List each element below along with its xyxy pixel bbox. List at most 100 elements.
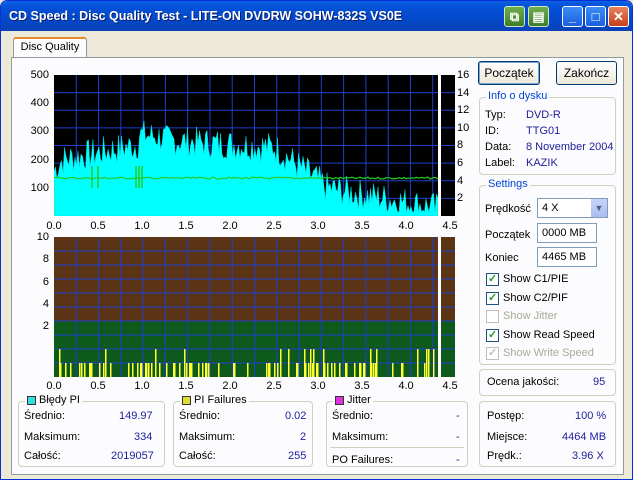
y-tick-label: 500	[30, 69, 49, 81]
pif-bar	[274, 363, 276, 377]
position-value: 4464 MB	[562, 431, 607, 443]
end-input[interactable]: 4465 MB	[537, 247, 597, 267]
quality-label: Ocena jakości:	[487, 376, 560, 388]
checkbox-show-c2-pif[interactable]	[486, 291, 499, 305]
speed-select-value: 4 X	[542, 202, 559, 214]
x-tick-label: 4.5	[442, 380, 458, 392]
x-tick-label: 1.0	[134, 220, 150, 232]
type-value: DVD-R	[526, 109, 561, 121]
pif-bar	[81, 363, 83, 377]
title-bar[interactable]: CD Speed : Disc Quality Test - LITE-ON D…	[1, 1, 632, 31]
x-tick-label: 0.0	[46, 380, 62, 392]
progress-value: 100 %	[575, 410, 607, 422]
maximize-button[interactable]: □	[585, 6, 606, 27]
pif-bar	[128, 363, 130, 377]
checkbox-label[interactable]: Show C2/PIF	[503, 292, 568, 304]
pif-bar	[137, 363, 139, 377]
pif-bar	[148, 363, 150, 377]
x-tick-label: 3.0	[310, 220, 326, 232]
speed-select[interactable]: 4 X ▼	[537, 198, 608, 218]
pif-bar	[417, 349, 419, 377]
checkbox-show-c1-pie[interactable]	[486, 272, 499, 286]
tab-disc-quality[interactable]: Disc Quality	[13, 37, 87, 58]
x-tick-label: 1.5	[178, 220, 194, 232]
date-value: 8 November 2004	[526, 141, 614, 153]
label-label: Label:	[485, 157, 515, 169]
pif-bar	[313, 349, 315, 377]
x-tick-label: 3.5	[354, 220, 370, 232]
jitter-avg-label: Średnio:	[332, 410, 373, 422]
y2-tick-label: 12	[457, 104, 470, 117]
x-tick-label: 1.5	[178, 380, 194, 392]
pif-bar	[190, 363, 192, 377]
close-button[interactable]: ✕	[608, 6, 629, 27]
start-button[interactable]: Początek	[478, 61, 540, 85]
speed-label: Prędkość	[485, 203, 531, 215]
jitter-avg-value: -	[456, 410, 460, 422]
pif-bar	[208, 363, 210, 377]
y-tick-label: 10	[36, 231, 49, 243]
start-input[interactable]: 0000 MB	[537, 223, 597, 243]
pif-bar	[155, 349, 157, 377]
pif-bar	[103, 363, 105, 377]
pif-bar	[308, 363, 310, 377]
pif-bar	[247, 363, 249, 377]
pif-bar	[179, 363, 181, 377]
pif-bar	[174, 363, 176, 377]
pif-bar	[426, 349, 428, 377]
checkbox-show-read-speed[interactable]	[486, 328, 499, 342]
chevron-down-icon[interactable]: ▼	[591, 199, 607, 217]
x-tick-label: 4.0	[398, 220, 414, 232]
date-label: Data:	[485, 141, 512, 153]
pif-bar	[79, 363, 81, 377]
x-tick-label: 2.5	[266, 220, 282, 232]
pif-bar	[166, 363, 168, 377]
pif-bar	[297, 363, 299, 377]
y2-tick-label: 2	[457, 192, 464, 205]
label-value: KAZIK	[526, 157, 558, 169]
y2-tick-label: 14	[457, 86, 470, 99]
pif-chart	[54, 237, 455, 377]
x-tick-label: 0.5	[90, 220, 106, 232]
read-speed-label: Prędk.:	[487, 450, 522, 462]
pif-bar	[280, 349, 282, 377]
pif-bar	[310, 349, 312, 377]
pif-bar	[288, 349, 290, 377]
po-failures-value: -	[456, 454, 460, 466]
pif-bar	[132, 363, 134, 377]
position-label: Miejsce:	[487, 431, 528, 443]
checkbox-label[interactable]: Show Read Speed	[503, 329, 595, 341]
disc-info-title: Info o dysku	[486, 90, 550, 102]
window-title: CD Speed : Disc Quality Test - LITE-ON D…	[9, 9, 403, 23]
progress-label: Postęp:	[487, 410, 525, 422]
save-icon[interactable]: ▤	[528, 6, 549, 27]
pi-failures-swatch	[182, 395, 191, 405]
pif-total-value: 255	[288, 450, 307, 462]
pif-bar	[331, 363, 333, 377]
pif-bar	[428, 363, 430, 377]
checkbox-show-write-speed	[486, 346, 499, 360]
app-window: CD Speed : Disc Quality Test - LITE-ON D…	[0, 0, 633, 480]
minimize-button[interactable]: _	[562, 6, 583, 27]
y2-tick-label: 8	[457, 139, 464, 152]
jitter-swatch	[335, 395, 344, 405]
x-tick-label: 4.0	[398, 380, 414, 392]
pif-bar	[392, 363, 394, 377]
pif-bar	[146, 363, 148, 377]
checkbox-label[interactable]: Show C1/PIE	[503, 273, 568, 285]
pif-bar	[317, 363, 319, 377]
type-label: Typ:	[485, 109, 506, 121]
x-tick-label: 0.5	[90, 380, 106, 392]
pi-total-label: Całość:	[24, 450, 61, 462]
pif-bar	[346, 363, 348, 377]
pif-bar	[277, 363, 279, 377]
exit-button[interactable]: Zakończ	[556, 61, 617, 85]
pif-avg-label: Średnio:	[179, 410, 220, 422]
pi-avg-value: 149.97	[119, 410, 153, 422]
copy-icon[interactable]: ⧉	[504, 6, 525, 27]
start-label: Początek	[485, 229, 531, 241]
pif-bar	[91, 363, 93, 377]
po-failures-label: PO Failures:	[332, 454, 394, 466]
quality-value: 95	[593, 376, 606, 388]
pif-total-label: Całość:	[179, 450, 216, 462]
